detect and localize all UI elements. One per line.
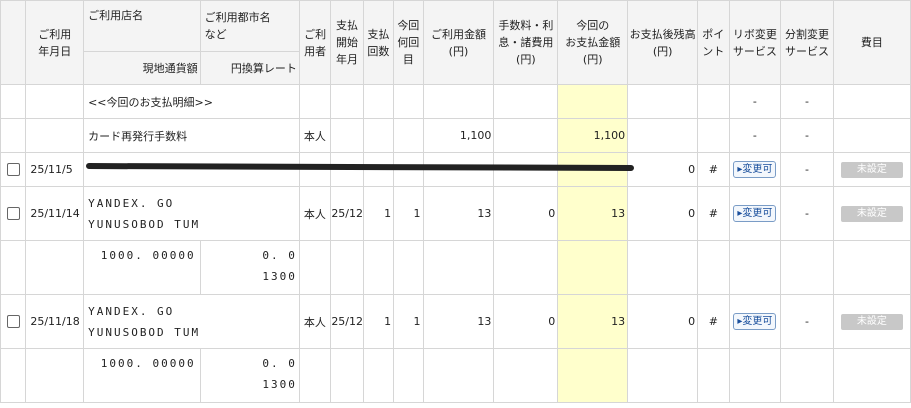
row-checkbox[interactable] bbox=[6, 163, 20, 177]
row-checkbox[interactable] bbox=[6, 315, 20, 329]
split-dash: - bbox=[780, 152, 834, 187]
category-unset-button[interactable]: 未設定 bbox=[840, 205, 903, 222]
table-row: カード再発行手数料 本人 1,100 1,100 - - bbox=[0, 118, 911, 153]
row-nth: 1 bbox=[393, 186, 424, 241]
category-unset-button[interactable]: 未設定 bbox=[840, 161, 903, 178]
row-user: 本人 bbox=[298, 294, 332, 349]
this-payment-header: 今回の お支払金額 (円) bbox=[557, 0, 629, 85]
row-point: # bbox=[697, 152, 730, 187]
row-fee: 0 bbox=[493, 186, 559, 241]
split-header: 分割変更 サービス bbox=[780, 0, 834, 85]
fee-shop: カード再発行手数料 bbox=[83, 118, 300, 153]
row-balance: 0 bbox=[627, 152, 699, 187]
revo-header: リボ変更 サービス bbox=[728, 0, 782, 85]
count-header: 支払 回数 bbox=[362, 0, 395, 85]
balance-header: お支払後残高 (円) bbox=[627, 0, 699, 85]
row-fee: 0 bbox=[493, 294, 559, 349]
row-rate-line2: 1300 bbox=[262, 378, 297, 391]
row-balance: 0 bbox=[627, 294, 699, 349]
revo-change-button[interactable]: ▸変更可 bbox=[733, 205, 777, 222]
row-this-payment: 13 bbox=[557, 294, 629, 349]
pay-month-header: 支払 開始 年月 bbox=[330, 0, 364, 85]
revo-dash: - bbox=[728, 118, 782, 153]
row-amount: 13 bbox=[422, 186, 495, 241]
row-shop-line2: YUNUSOBOD TUM bbox=[88, 217, 201, 231]
row-rate-line1: 0. 0 bbox=[262, 357, 297, 370]
row-rate-line1: 0. 0 bbox=[262, 249, 297, 262]
row-rate-line2: 1300 bbox=[262, 270, 297, 283]
table-row-detail: 1000. 00000 0. 0 1300 bbox=[0, 348, 911, 403]
row-count: 1 bbox=[362, 294, 395, 349]
row-point: # bbox=[697, 294, 730, 349]
fee-this-payment: 1,100 bbox=[557, 118, 629, 153]
section-label: <<今回のお支払明細>> bbox=[83, 84, 300, 119]
fee-user: 本人 bbox=[298, 118, 332, 153]
revo-change-button[interactable]: ▸変更可 bbox=[733, 161, 777, 178]
table-row: 25/11/14 YANDEX. GO YUNUSOBOD TUM 本人 25/… bbox=[0, 186, 911, 241]
date-header: ご利用 年月日 bbox=[25, 0, 85, 85]
select-col-header bbox=[0, 0, 27, 85]
fee-header: 手数料・利 息・諸費用 (円) bbox=[493, 0, 559, 85]
section-row: <<今回のお支払明細>> - - bbox=[0, 84, 911, 119]
revo-dash: - bbox=[728, 84, 782, 119]
row-foreign-amount: 1000. 00000 bbox=[83, 240, 201, 295]
rate-header: 円換算レート bbox=[199, 51, 300, 85]
row-nth: 1 bbox=[393, 294, 424, 349]
row-point: # bbox=[697, 186, 730, 241]
split-dash: - bbox=[780, 294, 834, 349]
row-amount: 13 bbox=[422, 294, 495, 349]
row-date: 25/11/5 bbox=[25, 152, 85, 187]
row-count: 1 bbox=[362, 186, 395, 241]
city-header: ご利用都市名 など bbox=[199, 0, 300, 52]
category-unset-button[interactable]: 未設定 bbox=[840, 313, 903, 330]
row-checkbox[interactable] bbox=[6, 207, 20, 221]
split-dash: - bbox=[780, 186, 834, 241]
row-shop-line1: YANDEX. GO bbox=[88, 196, 175, 210]
revo-change-button[interactable]: ▸変更可 bbox=[733, 313, 777, 330]
split-dash: - bbox=[780, 118, 834, 153]
row-foreign-amount: 1000. 00000 bbox=[83, 348, 201, 403]
fee-amount: 1,100 bbox=[422, 118, 495, 153]
row-shop-line1: YANDEX. GO bbox=[88, 304, 175, 318]
currency-header: 現地通貨額 bbox=[83, 51, 201, 85]
nth-header: 今回 何回 目 bbox=[393, 0, 424, 85]
row-pay-month: 25/12 bbox=[330, 186, 364, 241]
row-shop-line2: YUNUSOBOD TUM bbox=[88, 325, 201, 339]
statement-table: ご利用 年月日 ご利用店名 ご利用都市名 など ご利 用者 支払 開始 年月 支… bbox=[0, 0, 911, 403]
row-user: 本人 bbox=[298, 186, 332, 241]
split-dash: - bbox=[780, 84, 834, 119]
point-header: ポイ ント bbox=[697, 0, 730, 85]
table-row-detail: 1000. 00000 0. 0 1300 bbox=[0, 240, 911, 295]
row-balance: 0 bbox=[627, 186, 699, 241]
amount-header: ご利用金額 (円) bbox=[422, 0, 495, 85]
table-row: 25/11/18 YANDEX. GO YUNUSOBOD TUM 本人 25/… bbox=[0, 294, 911, 349]
row-this-payment: 13 bbox=[557, 186, 629, 241]
user-header: ご利 用者 bbox=[298, 0, 332, 85]
row-pay-month: 25/12 bbox=[330, 294, 364, 349]
row-date: 25/11/18 bbox=[25, 294, 85, 349]
row-date: 25/11/14 bbox=[25, 186, 85, 241]
category-header: 費目 bbox=[832, 0, 911, 85]
shop-header: ご利用店名 bbox=[83, 0, 201, 52]
